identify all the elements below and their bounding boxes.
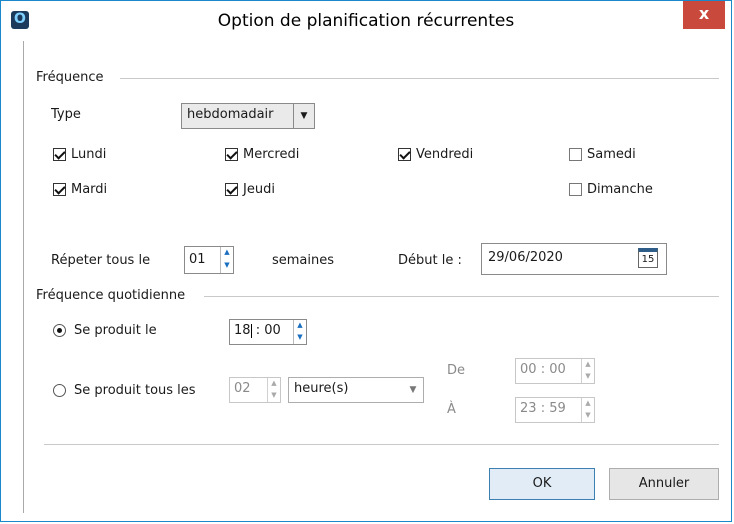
from-time-stepper[interactable]: 00 : 00 ▲ ▼	[515, 358, 595, 384]
dialog-title: Option de planification récurrentes	[217, 11, 515, 31]
to-time-buttons: ▲ ▼	[581, 398, 594, 422]
every-stepper-value[interactable]: 02	[230, 378, 267, 402]
checkbox-mardi[interactable]: Mardi	[53, 182, 107, 197]
text-cursor	[250, 323, 252, 338]
chevron-up-icon[interactable]: ▲	[582, 359, 594, 371]
dialog-window: O Option de planification récurrentes x …	[0, 0, 732, 522]
once-sep: :	[255, 323, 261, 338]
quotidienne-section-title: Fréquence quotidienne	[36, 288, 192, 303]
to-time-value[interactable]: 23 : 59	[516, 398, 581, 422]
to-hour[interactable]: 23	[520, 401, 537, 416]
every-unit-value: heure(s)	[294, 381, 349, 396]
footer-divider	[44, 444, 719, 445]
cancel-button[interactable]: Annuler	[609, 468, 719, 500]
quotidienne-divider	[204, 296, 719, 297]
repeat-stepper[interactable]: 01 ▲ ▼	[184, 246, 234, 274]
checkbox-samedi[interactable]: Samedi	[569, 147, 636, 162]
chevron-up-icon[interactable]: ▲	[294, 320, 306, 332]
ok-button[interactable]: OK	[489, 468, 595, 500]
chevron-down-icon[interactable]: ▼	[294, 332, 306, 344]
repeat-stepper-value[interactable]: 01	[185, 247, 220, 273]
to-time-stepper[interactable]: 23 : 59 ▲ ▼	[515, 397, 595, 423]
chevron-down-icon[interactable]: ▼	[293, 104, 314, 128]
checkbox-lundi-label: Lundi	[71, 147, 107, 162]
checkbox-samedi-label: Samedi	[587, 147, 636, 162]
title-bar[interactable]: O Option de planification récurrentes x	[1, 1, 731, 39]
checkbox-vendredi[interactable]: Vendredi	[398, 147, 473, 162]
chevron-down-icon[interactable]: ▼	[221, 260, 233, 273]
chevron-up-icon[interactable]: ▲	[221, 247, 233, 260]
frequence-divider	[120, 78, 719, 79]
close-button[interactable]: x	[683, 1, 725, 29]
chevron-down-icon[interactable]: ▼	[268, 390, 280, 402]
checkbox-mercredi-label: Mercredi	[243, 147, 300, 162]
chevron-down-icon[interactable]: ▼	[582, 410, 594, 422]
once-minute[interactable]: 00	[264, 323, 281, 338]
checkbox-samedi-box[interactable]	[569, 148, 582, 161]
calendar-icon[interactable]: 15	[638, 248, 658, 268]
once-time-buttons: ▲ ▼	[293, 320, 306, 344]
checkbox-jeudi-box[interactable]	[225, 183, 238, 196]
from-hour[interactable]: 00	[520, 362, 537, 377]
once-time-stepper[interactable]: 18 : 00 ▲ ▼	[229, 319, 307, 345]
checkbox-dimanche-label: Dimanche	[587, 182, 653, 197]
checkbox-jeudi-label: Jeudi	[243, 182, 275, 197]
every-unit-select[interactable]: heure(s) ▼	[288, 377, 424, 403]
radio-every[interactable]: Se produit tous les	[53, 383, 196, 398]
from-time-buttons: ▲ ▼	[581, 359, 594, 383]
type-label: Type	[51, 107, 81, 122]
checkbox-dimanche[interactable]: Dimanche	[569, 182, 653, 197]
checkbox-vendredi-box[interactable]	[398, 148, 411, 161]
start-date-value[interactable]: 29/06/2020	[488, 250, 563, 265]
every-stepper[interactable]: 02 ▲ ▼	[229, 377, 281, 403]
frequence-section-title: Fréquence	[36, 70, 110, 85]
from-label: De	[447, 363, 466, 378]
checkbox-mardi-box[interactable]	[53, 183, 66, 196]
from-sep: :	[540, 362, 546, 377]
type-select-value: hebdomadair	[187, 107, 274, 122]
checkbox-dimanche-box[interactable]	[569, 183, 582, 196]
repeat-stepper-buttons: ▲ ▼	[220, 247, 233, 273]
checkbox-vendredi-label: Vendredi	[416, 147, 474, 162]
start-date-picker[interactable]: 29/06/2020 15	[481, 243, 667, 275]
from-time-value[interactable]: 00 : 00	[516, 359, 581, 383]
checkbox-mardi-label: Mardi	[71, 182, 108, 197]
chevron-down-icon[interactable]: ▼	[403, 378, 423, 402]
from-minute[interactable]: 00	[549, 362, 566, 377]
checkbox-mercredi[interactable]: Mercredi	[225, 147, 299, 162]
checkbox-lundi-box[interactable]	[53, 148, 66, 161]
radio-once-label: Se produit le	[74, 323, 157, 338]
every-stepper-buttons: ▲ ▼	[267, 378, 280, 402]
radio-every-dot[interactable]	[53, 384, 66, 397]
repeat-label: Répeter tous le	[51, 253, 151, 268]
checkbox-lundi[interactable]: Lundi	[53, 147, 106, 162]
checkbox-jeudi[interactable]: Jeudi	[225, 182, 275, 197]
chevron-down-icon[interactable]: ▼	[582, 371, 594, 383]
repeat-unit-label: semaines	[272, 253, 335, 268]
to-minute[interactable]: 59	[549, 401, 566, 416]
checkbox-mercredi-box[interactable]	[225, 148, 238, 161]
once-time-value[interactable]: 18 : 00	[230, 320, 293, 344]
once-hour[interactable]: 18	[234, 323, 251, 338]
dialog-content: Fréquence Type hebdomadair ▼ Lundi Mercr…	[23, 41, 723, 513]
type-select[interactable]: hebdomadair ▼	[181, 103, 315, 129]
radio-once[interactable]: Se produit le	[53, 323, 157, 338]
radio-every-label: Se produit tous les	[74, 383, 196, 398]
to-sep: :	[540, 401, 546, 416]
chevron-up-icon[interactable]: ▲	[582, 398, 594, 410]
radio-once-dot[interactable]	[53, 324, 66, 337]
chevron-up-icon[interactable]: ▲	[268, 378, 280, 390]
start-date-label: Début le :	[398, 253, 462, 268]
to-label: À	[447, 402, 456, 417]
